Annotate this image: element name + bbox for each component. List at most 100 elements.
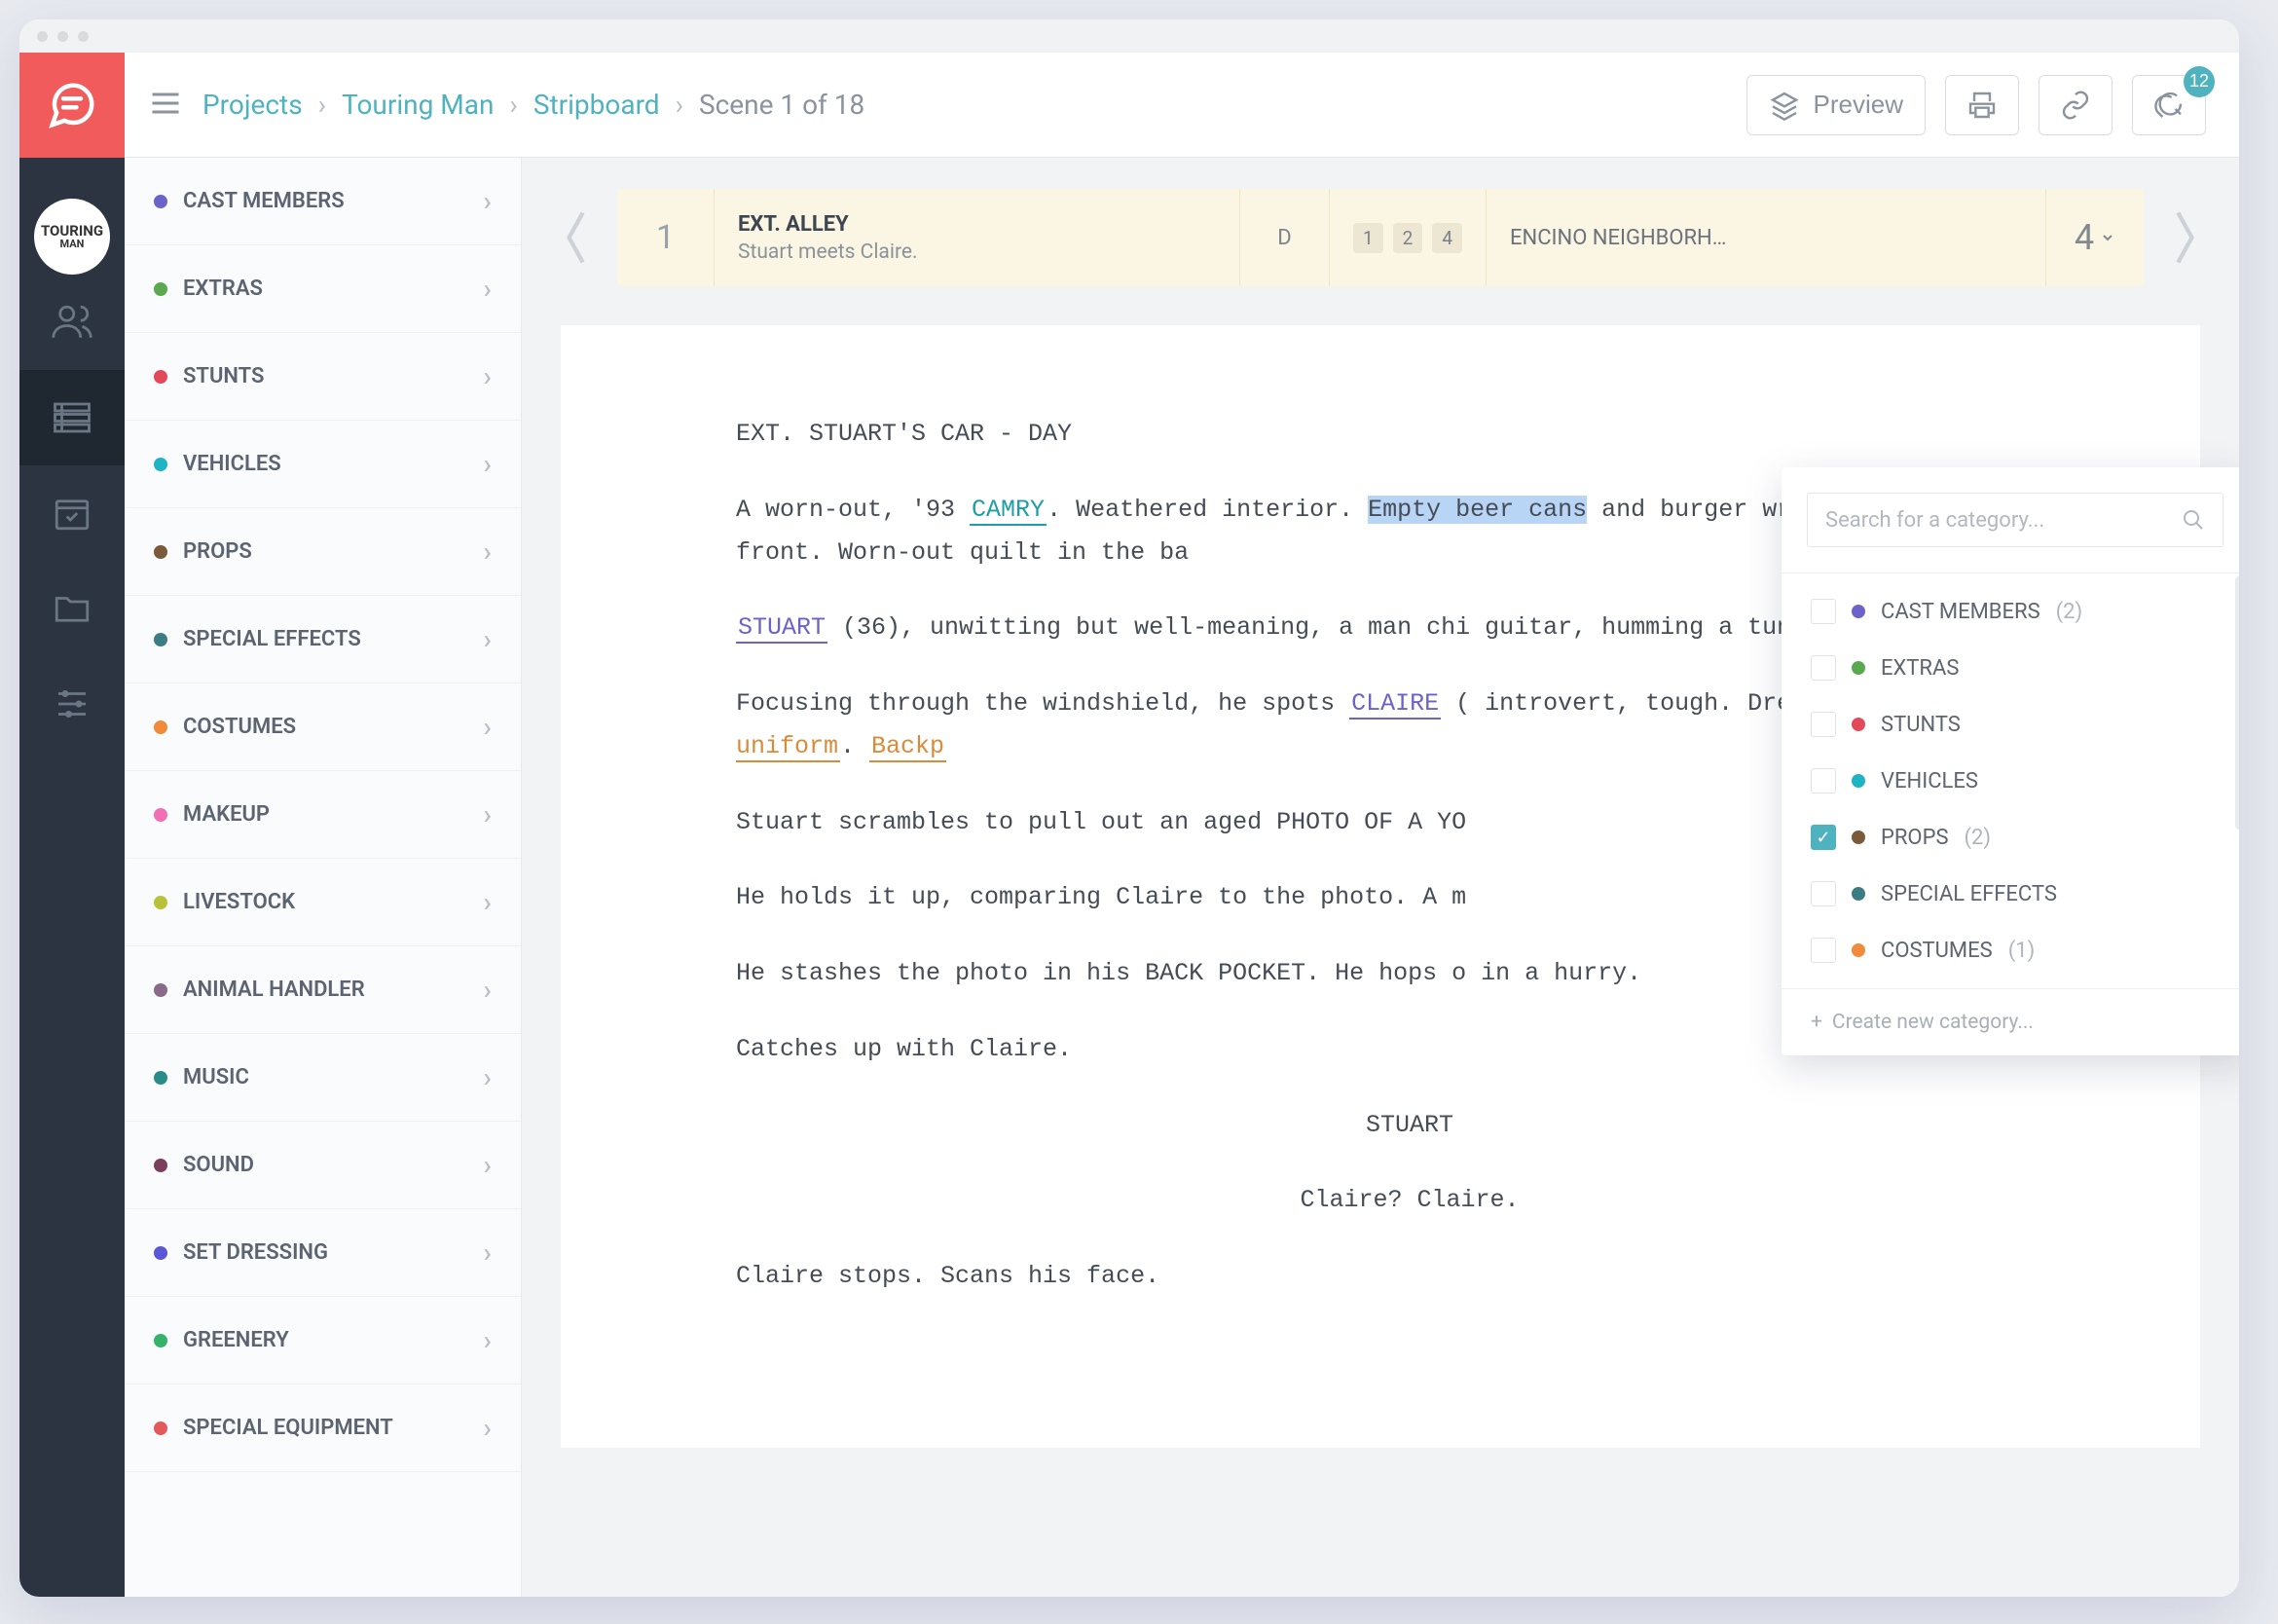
action-8: Claire stops. Scans his face. — [736, 1255, 2083, 1298]
create-category-button[interactable]: + Create new category... — [1782, 988, 2239, 1055]
color-dot-icon — [1852, 774, 1865, 788]
category-label: CAST MEMBERS — [1881, 600, 2040, 624]
category-list[interactable]: CAST MEMBERS (2) EXTRAS STUNTS VEHICLES P… — [1782, 572, 2239, 988]
crumb-section[interactable]: Stripboard — [533, 89, 660, 121]
color-dot-icon — [1852, 943, 1865, 957]
color-dot-icon — [1852, 830, 1865, 844]
search-icon — [2182, 508, 2205, 532]
rail-settings-icon[interactable] — [19, 656, 125, 752]
checkbox[interactable] — [1811, 881, 1836, 906]
print-button[interactable] — [1945, 75, 2019, 135]
sidebar-category-item[interactable]: PROPS› — [125, 508, 521, 596]
sidebar-category-item[interactable]: SOUND › — [125, 1122, 521, 1209]
crumb-projects[interactable]: Projects — [202, 89, 303, 121]
strip[interactable]: 1 EXT. ALLEY Stuart meets Claire. D 124 … — [617, 189, 2144, 286]
sidebar-category-item[interactable]: EXTRAS› — [125, 245, 521, 333]
sidebar-category-item[interactable]: GREENERY› — [125, 1297, 521, 1384]
checkbox[interactable] — [1811, 938, 1836, 963]
sidebar-category-item[interactable]: VEHICLES› — [125, 421, 521, 508]
link-icon — [2060, 90, 2091, 121]
cast-chip: 2 — [1393, 223, 1423, 253]
sidebar-category-item[interactable]: COSTUMES› — [125, 683, 521, 771]
popover-category-item[interactable]: COSTUMES (1) — [1782, 922, 2239, 978]
color-dot-icon — [1852, 718, 1865, 731]
popover-category-item[interactable]: CAST MEMBERS (2) — [1782, 583, 2239, 640]
window-close-dot[interactable] — [37, 31, 48, 42]
popover-category-item[interactable]: EXTRAS — [1782, 640, 2239, 696]
color-dot-icon — [1852, 887, 1865, 901]
category-label: SOUND — [183, 1153, 254, 1177]
sidebar-category-item[interactable]: CAST MEMBERS› — [125, 158, 521, 245]
rail-people-icon[interactable] — [19, 275, 125, 370]
scene-location: ENCINO NEIGHBORH… — [1487, 189, 2046, 286]
checkbox[interactable] — [1811, 768, 1836, 794]
color-dot-icon — [154, 545, 167, 559]
window-minimize-dot[interactable] — [57, 31, 68, 42]
window-zoom-dot[interactable] — [78, 31, 89, 42]
scrollbar[interactable] — [2235, 576, 2239, 830]
chevron-right-icon: › — [509, 89, 517, 121]
checkbox[interactable] — [1811, 599, 1836, 624]
avatar-line2: MAN — [60, 239, 85, 249]
body: CAST MEMBERS›EXTRAS›STUNTS›VEHICLES›PROP… — [125, 158, 2239, 1597]
brand-logo[interactable] — [19, 53, 125, 158]
crumb-project[interactable]: Touring Man — [342, 89, 494, 121]
preview-label: Preview — [1814, 90, 1903, 120]
category-popover: Search for a category... CAST MEMBERS (2… — [1782, 467, 2239, 1055]
nav-rail: TOURING MAN — [19, 53, 125, 1597]
category-label: PROPS — [1881, 826, 1949, 850]
sidebar-category-item[interactable]: LIVESTOCK› — [125, 859, 521, 946]
content-column: Projects › Touring Man › Stripboard › Sc… — [125, 53, 2239, 1597]
search-placeholder: Search for a category... — [1825, 508, 2170, 533]
sidebar-category-item[interactable]: MAKEUP› — [125, 771, 521, 859]
sidebar-category-item[interactable]: SPECIAL EQUIPMENT› — [125, 1384, 521, 1472]
chevron-right-icon — [2167, 204, 2200, 271]
category-label: LIVESTOCK — [183, 890, 295, 914]
crumb-current: Scene 1 of 18 — [699, 89, 864, 121]
selected-text[interactable]: Empty beer cans — [1368, 496, 1587, 524]
prev-scene-button[interactable] — [561, 189, 594, 286]
project-avatar[interactable]: TOURING MAN — [34, 199, 110, 275]
color-dot-icon — [154, 1421, 167, 1435]
tag-cast[interactable]: CLAIRE — [1349, 689, 1441, 720]
tag-cast[interactable]: STUART — [736, 613, 827, 644]
sidebar-category-item[interactable]: SET DRESSING› — [125, 1209, 521, 1297]
popover-category-item[interactable]: VEHICLES — [1782, 753, 2239, 809]
preview-button[interactable]: Preview — [1746, 75, 1926, 135]
checkbox[interactable] — [1811, 712, 1836, 737]
category-label: EXTRAS — [1881, 656, 1959, 681]
category-search-input[interactable]: Search for a category... — [1807, 493, 2223, 547]
rail-stripboard-icon[interactable] — [19, 370, 125, 465]
color-dot-icon — [154, 1334, 167, 1347]
category-sidebar: CAST MEMBERS›EXTRAS›STUNTS›VEHICLES›PROP… — [125, 158, 522, 1597]
breadcrumb: Projects › Touring Man › Stripboard › Sc… — [202, 89, 1727, 121]
popover-category-item[interactable]: STUNTS — [1782, 696, 2239, 753]
sidebar-category-item[interactable]: MUSIC› — [125, 1034, 521, 1122]
rail-files-icon[interactable] — [19, 561, 125, 656]
cast-chip: 1 — [1353, 223, 1383, 253]
next-scene-button[interactable] — [2167, 189, 2200, 286]
rail-calendar-icon[interactable] — [19, 465, 125, 561]
category-label: STUNTS — [183, 364, 264, 388]
sidebar-category-item[interactable]: STUNTS› — [125, 333, 521, 421]
avatar-line1: TOURING — [41, 224, 103, 239]
menu-icon[interactable] — [148, 86, 183, 125]
popover-category-item[interactable]: PROPS (2) — [1782, 809, 2239, 866]
layers-icon — [1769, 90, 1800, 121]
page-count: 4 — [2046, 189, 2144, 286]
category-count: (1) — [2008, 939, 2036, 963]
checkbox[interactable] — [1811, 825, 1836, 850]
scene-heading: EXT. ALLEY — [738, 212, 1216, 237]
comments-button[interactable]: 12 — [2132, 75, 2206, 135]
popover-category-item[interactable]: SPECIAL EFFECTS — [1782, 866, 2239, 922]
color-dot-icon — [154, 370, 167, 384]
sidebar-category-item[interactable]: SPECIAL EFFECTS› — [125, 596, 521, 683]
checkbox[interactable] — [1811, 655, 1836, 681]
tag-costume[interactable]: Backp — [869, 732, 946, 762]
cast-chips: 124 — [1330, 189, 1487, 286]
link-button[interactable] — [2039, 75, 2113, 135]
sidebar-category-item[interactable]: ANIMAL HANDLER› — [125, 946, 521, 1034]
tag-vehicle[interactable]: CAMRY — [970, 496, 1047, 526]
chevron-right-icon: › — [484, 1149, 492, 1181]
category-label: COSTUMES — [1881, 939, 1993, 963]
